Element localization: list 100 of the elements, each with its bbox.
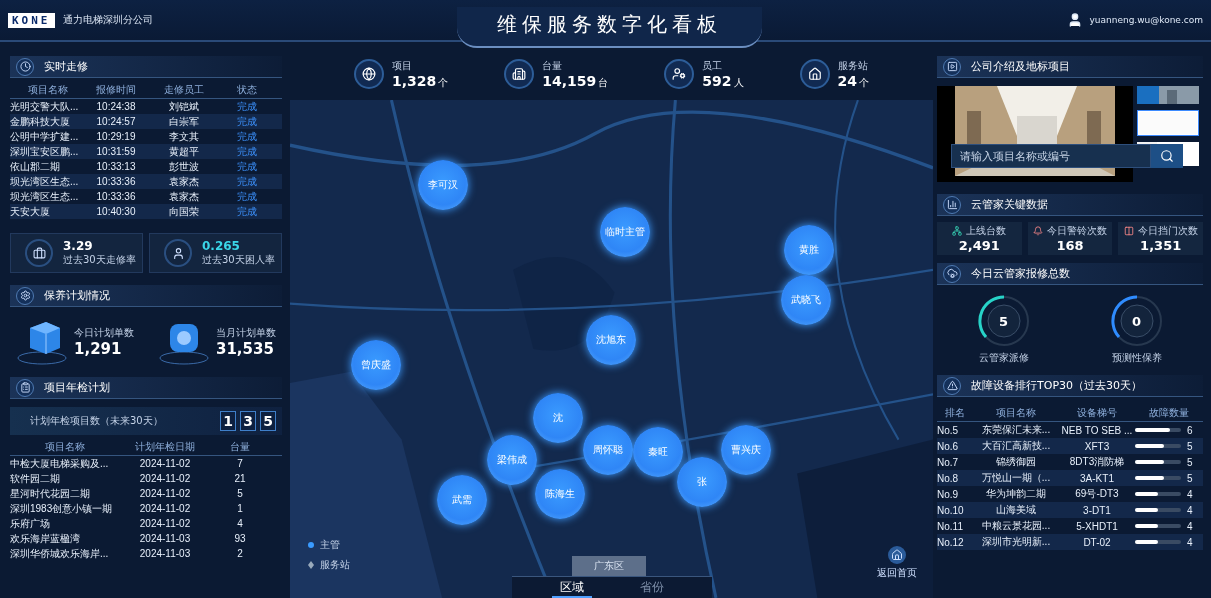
- play-icon: [943, 57, 961, 76]
- column-header: 状态: [236, 83, 258, 97]
- table-cell-text: 星河时代花园二期: [10, 486, 91, 501]
- clipboard-icon: [16, 378, 34, 397]
- table-cell-text: 东莞保汇未来...: [980, 423, 1052, 437]
- table-cell-text: 10:29:19: [95, 131, 137, 142]
- kpi-value: 0.265: [202, 239, 241, 253]
- table-cell-text: 完成: [236, 189, 258, 204]
- section-title: 今日云管家报修总数: [971, 266, 1070, 281]
- table-cell-text: 光明交警大队...: [10, 99, 80, 114]
- table-cell-text: 10:40:30: [95, 206, 137, 217]
- column-header: 计划年检日期: [134, 440, 196, 454]
- dot-icon: [308, 542, 314, 548]
- map-tab[interactable]: 区域: [551, 579, 592, 598]
- section-title: 实时走修: [44, 59, 88, 74]
- gauge-value: 0: [1131, 313, 1141, 329]
- stat-value: 1,328个: [391, 72, 449, 90]
- column-header: 项目名称: [995, 406, 1037, 420]
- table-cell-text: 2: [236, 548, 244, 559]
- stat-label: 项目: [391, 58, 413, 73]
- table-cell-text: 深圳宝安区鹏...: [10, 144, 80, 159]
- table-cell-text: 2024-11-03: [138, 533, 192, 544]
- company-name: 通力电梯深圳分公司: [62, 13, 153, 27]
- table-cell-text: 华为坤韵二期: [985, 487, 1047, 501]
- stat-value: 168: [1056, 238, 1084, 253]
- table-cell: 4: [1187, 520, 1193, 532]
- table-cell-text: 10:33:36: [95, 176, 137, 187]
- warning-icon: [943, 376, 961, 395]
- briefcase-icon: [25, 239, 53, 267]
- table-cell-text: 中检大厦电梯采购及...: [10, 456, 110, 471]
- table-cell-text: 乐府广场: [10, 516, 51, 531]
- table-cell-text: 坝光湾区生态...: [10, 174, 80, 189]
- table-cell-text: 10:33:36: [95, 191, 137, 202]
- table-cell-text: No.7: [937, 456, 960, 468]
- search-field[interactable]: 请输入项目名称或编号: [951, 144, 1151, 168]
- table-cell-text: 2024-11-02: [138, 518, 192, 529]
- table-cell: 5: [1187, 440, 1193, 452]
- table-cell-text: 2024-11-02: [138, 503, 192, 514]
- table-cell-text: 向国荣: [168, 204, 200, 219]
- table-cell-text: No.5: [937, 424, 960, 436]
- door-icon: [1123, 226, 1134, 236]
- bar-chart-icon: [943, 195, 961, 214]
- section-title: 云管家关键数据: [971, 197, 1048, 212]
- plan-value: 1,291: [74, 340, 123, 358]
- table-cell-text: 中粮云景花园...: [980, 519, 1052, 533]
- table-cell-text: 锦绣御园: [995, 455, 1037, 469]
- table-cell-text: 21: [233, 473, 247, 484]
- table-cell-text: No.10: [937, 504, 965, 516]
- globe-icon: [353, 59, 384, 89]
- table-cell-text: 完成: [236, 144, 258, 159]
- search-button[interactable]: [1151, 144, 1183, 168]
- table-cell-text: 7: [236, 458, 244, 469]
- stat-label: 今日挡门次数: [1137, 224, 1198, 238]
- map-tab[interactable]: 省份: [631, 579, 672, 598]
- table-cell-text: 坝光湾区生态...: [10, 189, 80, 204]
- table-cell: 6: [1187, 424, 1193, 436]
- table-cell-text: 完成: [236, 174, 258, 189]
- table-cell-text: 2024-11-02: [138, 488, 192, 499]
- kpi-value: 3.29: [63, 239, 94, 253]
- logo: KONE: [8, 12, 55, 28]
- section-title: 保养计划情况: [44, 288, 110, 303]
- table-cell-text: No.8: [937, 472, 960, 484]
- section-title: 公司介绍及地标项目: [971, 59, 1070, 74]
- table-cell-text: No.12: [937, 536, 965, 548]
- plan-label: 今日计划单数: [74, 326, 134, 340]
- table-cell: 4: [1187, 536, 1193, 548]
- stat-value: 1,351: [1140, 238, 1182, 253]
- stat-label: 服务站: [837, 58, 869, 73]
- table-cell-text: 2024-11-02: [138, 473, 192, 484]
- table-cell-text: 8DT3消防梯: [1068, 455, 1126, 469]
- table-cell-text: 2024-11-03: [138, 548, 192, 559]
- table-cell-text: 5: [236, 488, 244, 499]
- table-cell-text: 2024-11-02: [138, 458, 192, 469]
- gauge-label: 云管家派修: [978, 351, 1029, 365]
- person-icon: [164, 239, 192, 267]
- table-cell-text: 黄超平: [168, 144, 200, 159]
- legend-item: 服务站: [308, 558, 350, 572]
- table-cell-text: 3-DT1: [1082, 504, 1112, 516]
- digit-tile: 1: [220, 411, 236, 431]
- building-icon: [504, 59, 535, 89]
- stat-label: 台量: [542, 58, 564, 73]
- table-cell-text: 完成: [236, 129, 258, 144]
- stat-value: 2,491: [958, 238, 1000, 253]
- table-cell-text: 10:33:13: [95, 161, 137, 172]
- settings-icon: [16, 286, 34, 305]
- table-cell-text: 93: [233, 533, 247, 544]
- column-header: 走修员工: [163, 83, 205, 97]
- section-title: 项目年检计划: [44, 380, 110, 395]
- column-header: 排名: [944, 406, 966, 420]
- table-cell-text: 深圳华侨城欢乐海岸...: [10, 546, 110, 561]
- table-cell-text: 袁家杰: [168, 189, 200, 204]
- home-icon: [799, 59, 830, 89]
- table-cell-text: 10:31:59: [95, 146, 137, 157]
- table-cell-text: 完成: [236, 99, 258, 114]
- home-button[interactable]: 返回首页: [877, 546, 917, 580]
- table-cell-text: 万悦山一期（...: [980, 471, 1052, 485]
- table-cell-text: 大百汇高新技...: [980, 439, 1052, 453]
- column-header: 项目名称: [27, 83, 69, 97]
- ring-gauge: [977, 295, 1030, 347]
- stat-label: 上线台数: [966, 224, 1007, 238]
